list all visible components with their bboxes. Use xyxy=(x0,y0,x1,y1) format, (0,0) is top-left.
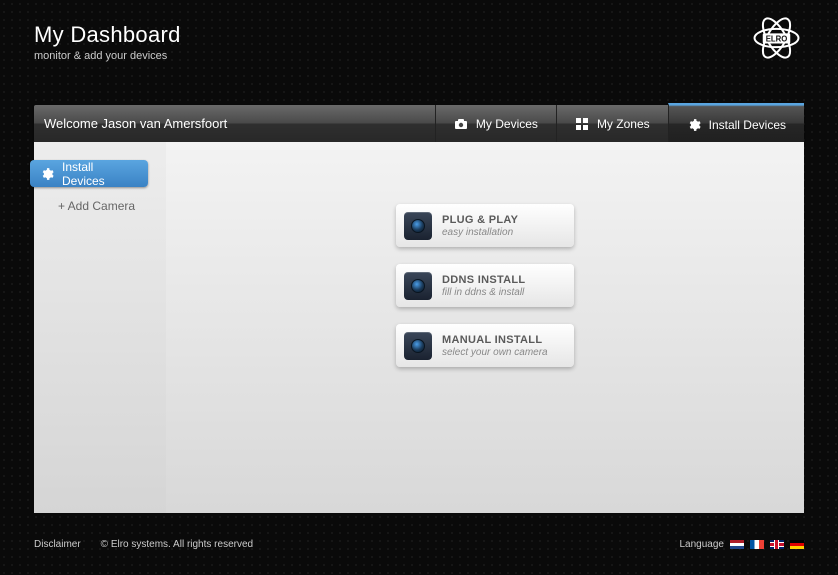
option-title: DDNS INSTALL xyxy=(442,274,525,286)
nav-my-devices[interactable]: My Devices xyxy=(435,105,556,142)
header: My Dashboard monitor & add your devices … xyxy=(0,0,838,105)
nav-my-zones[interactable]: My Zones xyxy=(556,105,668,142)
option-title: PLUG & PLAY xyxy=(442,214,518,226)
footer-disclaimer-link[interactable]: Disclaimer xyxy=(34,539,81,550)
nav-label: My Zones xyxy=(597,117,650,131)
footer-copyright: © Elro systems. All rights reserved xyxy=(101,539,253,550)
option-manual-install[interactable]: MANUAL INSTALL select your own camera xyxy=(396,324,574,367)
flag-uk-icon[interactable] xyxy=(770,540,784,549)
language-label: Language xyxy=(680,539,725,550)
sidebar-label: Install Devices xyxy=(62,160,138,188)
content: Install Devices + Add Camera PLUG & PLAY… xyxy=(34,142,804,513)
main-panel: PLUG & PLAY easy installation DDNS INSTA… xyxy=(166,142,804,513)
welcome-text: Welcome Jason van Amersfoort xyxy=(34,105,435,142)
camera-icon xyxy=(454,117,468,131)
option-subtitle: fill in ddns & install xyxy=(442,287,525,298)
flag-nl-icon[interactable] xyxy=(730,540,744,549)
brand-logo: ELRO xyxy=(749,14,804,62)
option-plug-and-play[interactable]: PLUG & PLAY easy installation xyxy=(396,204,574,247)
navbar: Welcome Jason van Amersfoort My Devices … xyxy=(34,105,804,142)
gear-icon xyxy=(40,167,54,181)
option-subtitle: easy installation xyxy=(442,227,518,238)
svg-text:ELRO: ELRO xyxy=(766,35,788,44)
camera-lens-icon xyxy=(404,212,432,240)
page-title: My Dashboard xyxy=(34,22,804,48)
flag-de-icon[interactable] xyxy=(790,540,804,549)
sidebar-install-devices[interactable]: Install Devices xyxy=(30,160,148,187)
footer: Disclaimer © Elro systems. All rights re… xyxy=(0,513,838,575)
camera-lens-icon xyxy=(404,332,432,360)
sidebar: Install Devices + Add Camera xyxy=(34,142,166,513)
camera-lens-icon xyxy=(404,272,432,300)
grid-icon xyxy=(575,117,589,131)
option-title: MANUAL INSTALL xyxy=(442,334,548,346)
option-subtitle: select your own camera xyxy=(442,347,548,358)
nav-label: My Devices xyxy=(476,117,538,131)
sidebar-add-camera[interactable]: + Add Camera xyxy=(34,187,166,213)
option-ddns-install[interactable]: DDNS INSTALL fill in ddns & install xyxy=(396,264,574,307)
nav-label: Install Devices xyxy=(709,118,786,132)
page-subtitle: monitor & add your devices xyxy=(34,50,804,62)
flag-fr-icon[interactable] xyxy=(750,540,764,549)
nav-install-devices[interactable]: Install Devices xyxy=(668,103,804,142)
gear-icon xyxy=(687,118,701,132)
